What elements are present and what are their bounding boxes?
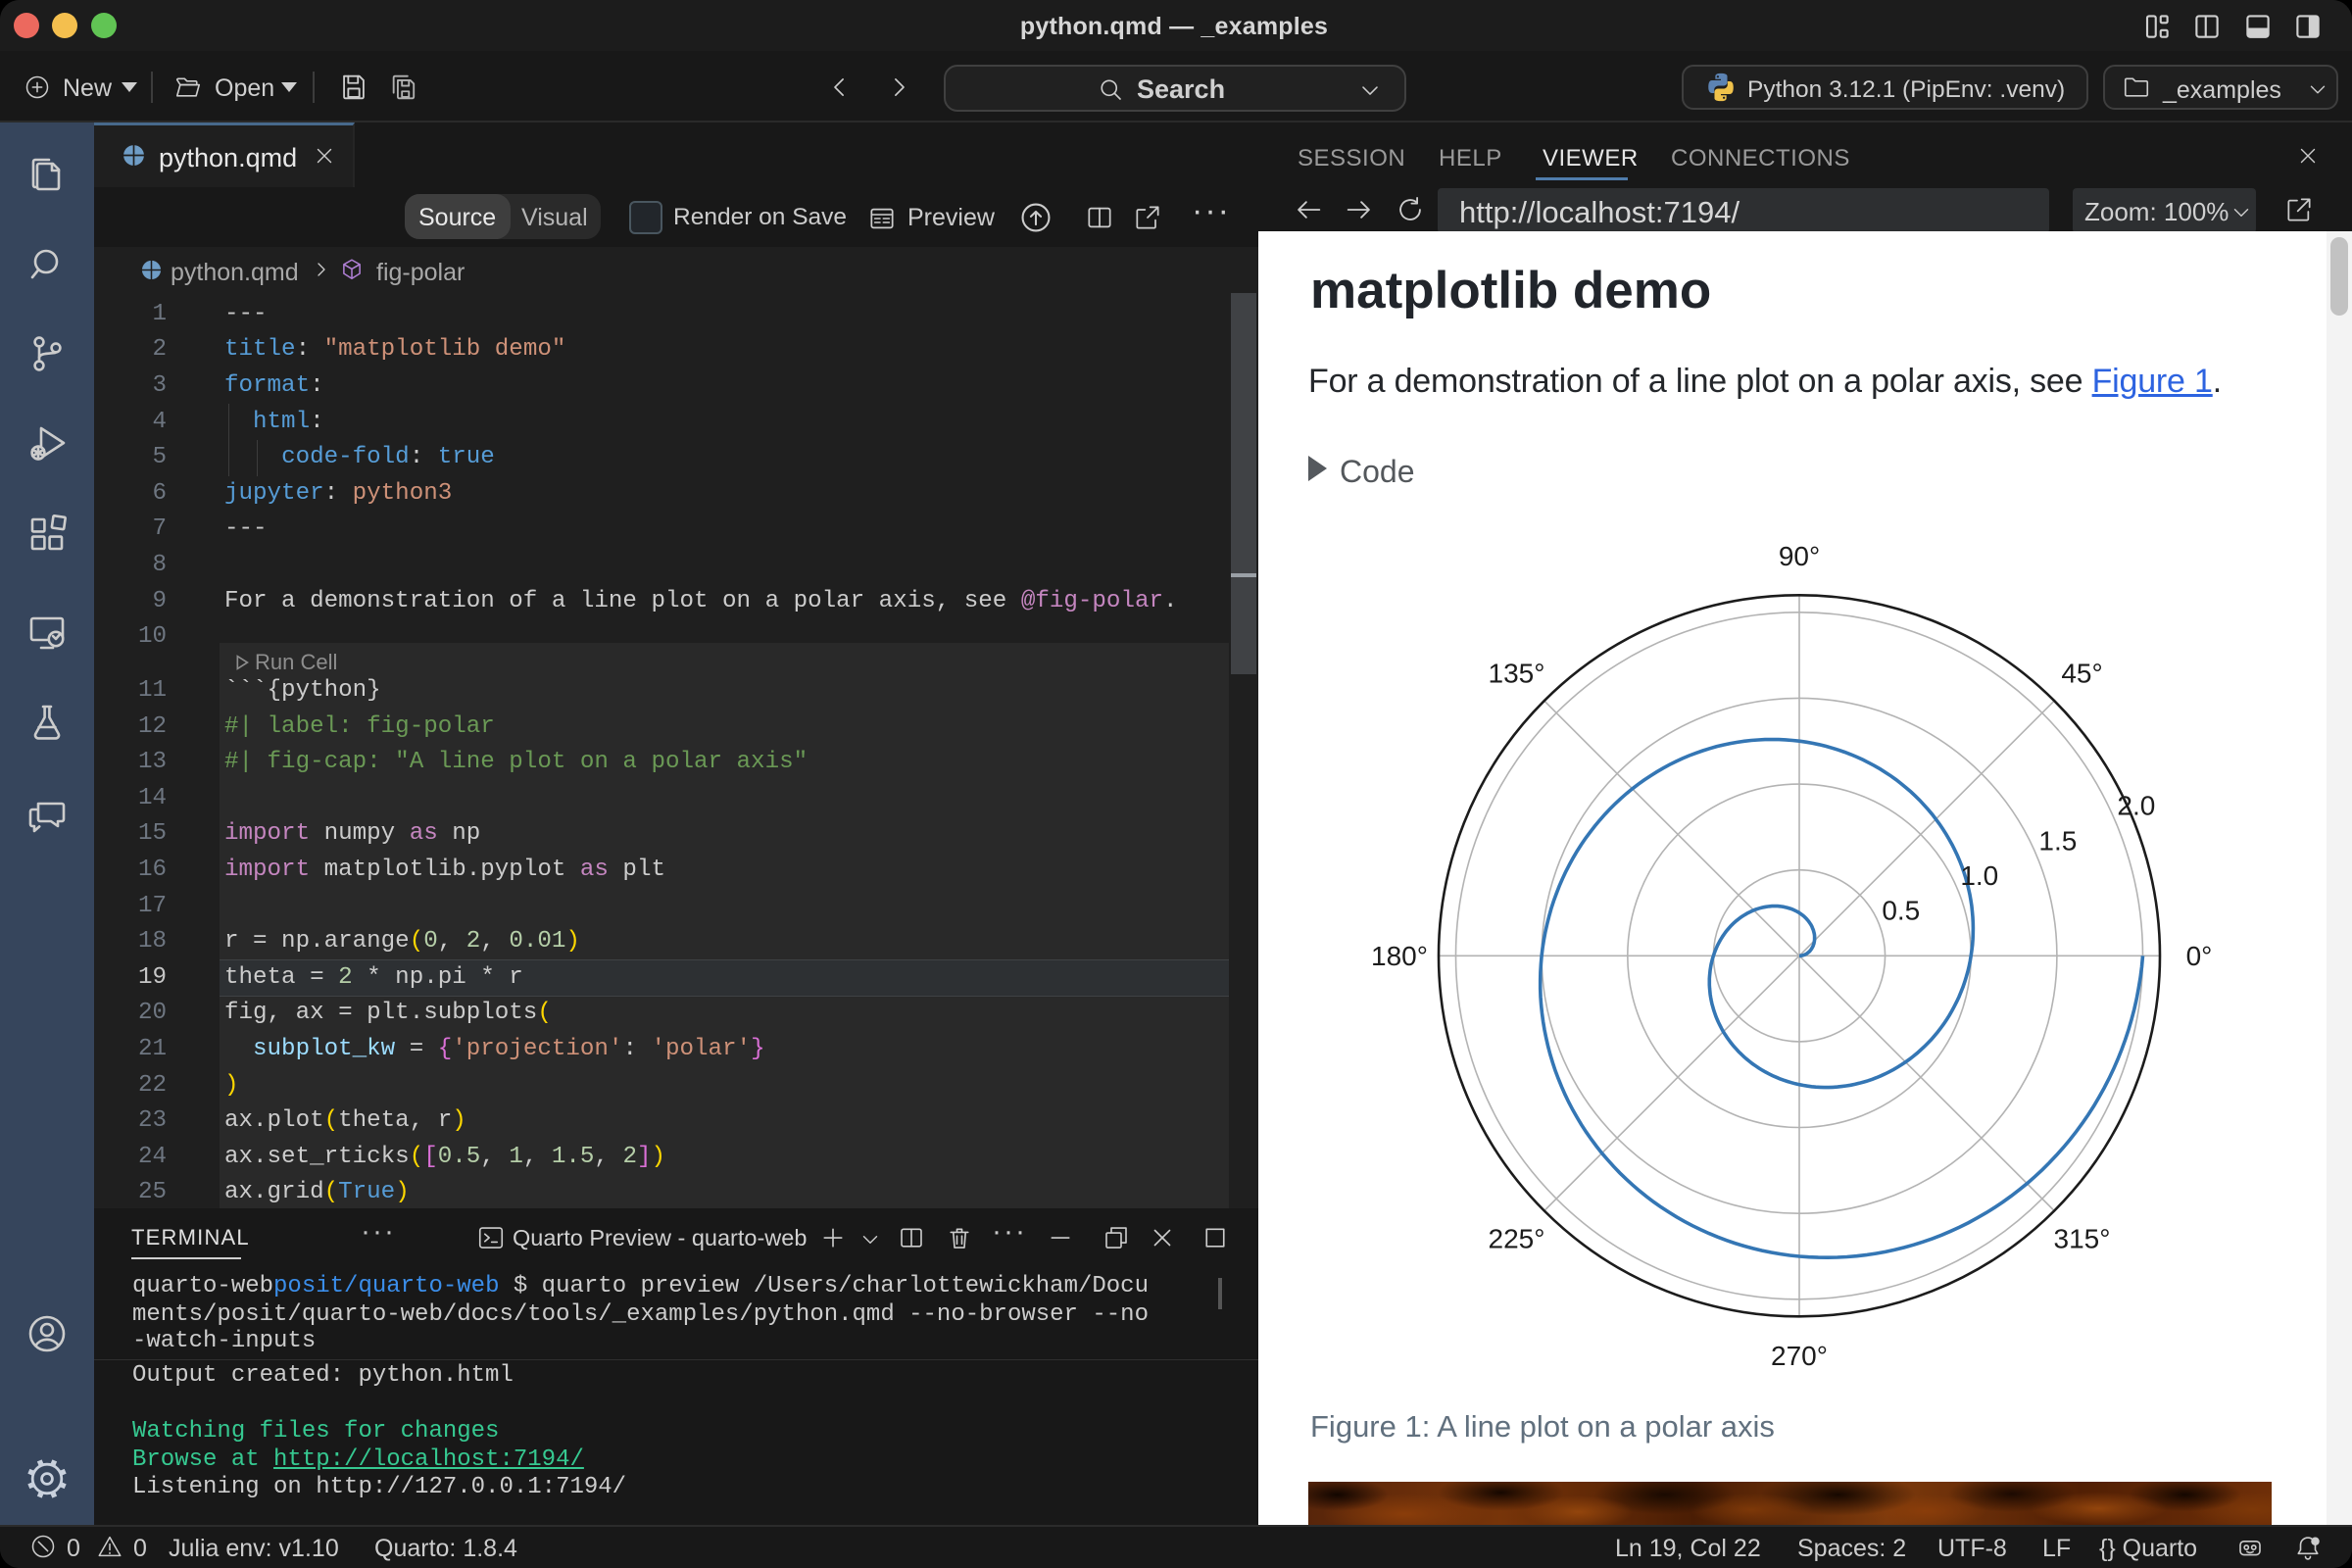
svg-text:270°: 270° bbox=[1771, 1341, 1828, 1371]
svg-text:45°: 45° bbox=[2061, 658, 2102, 688]
svg-text:1.5: 1.5 bbox=[2038, 825, 2077, 856]
svg-text:180°: 180° bbox=[1371, 941, 1428, 971]
svg-text:1.0: 1.0 bbox=[1960, 860, 1998, 891]
svg-text:315°: 315° bbox=[2054, 1223, 2111, 1253]
svg-text:0°: 0° bbox=[2186, 941, 2213, 971]
svg-text:90°: 90° bbox=[1779, 541, 1820, 571]
svg-text:225°: 225° bbox=[1489, 1223, 1545, 1253]
svg-text:0.5: 0.5 bbox=[1882, 896, 1920, 926]
svg-text:2.0: 2.0 bbox=[2117, 791, 2155, 821]
svg-text:135°: 135° bbox=[1489, 658, 1545, 688]
